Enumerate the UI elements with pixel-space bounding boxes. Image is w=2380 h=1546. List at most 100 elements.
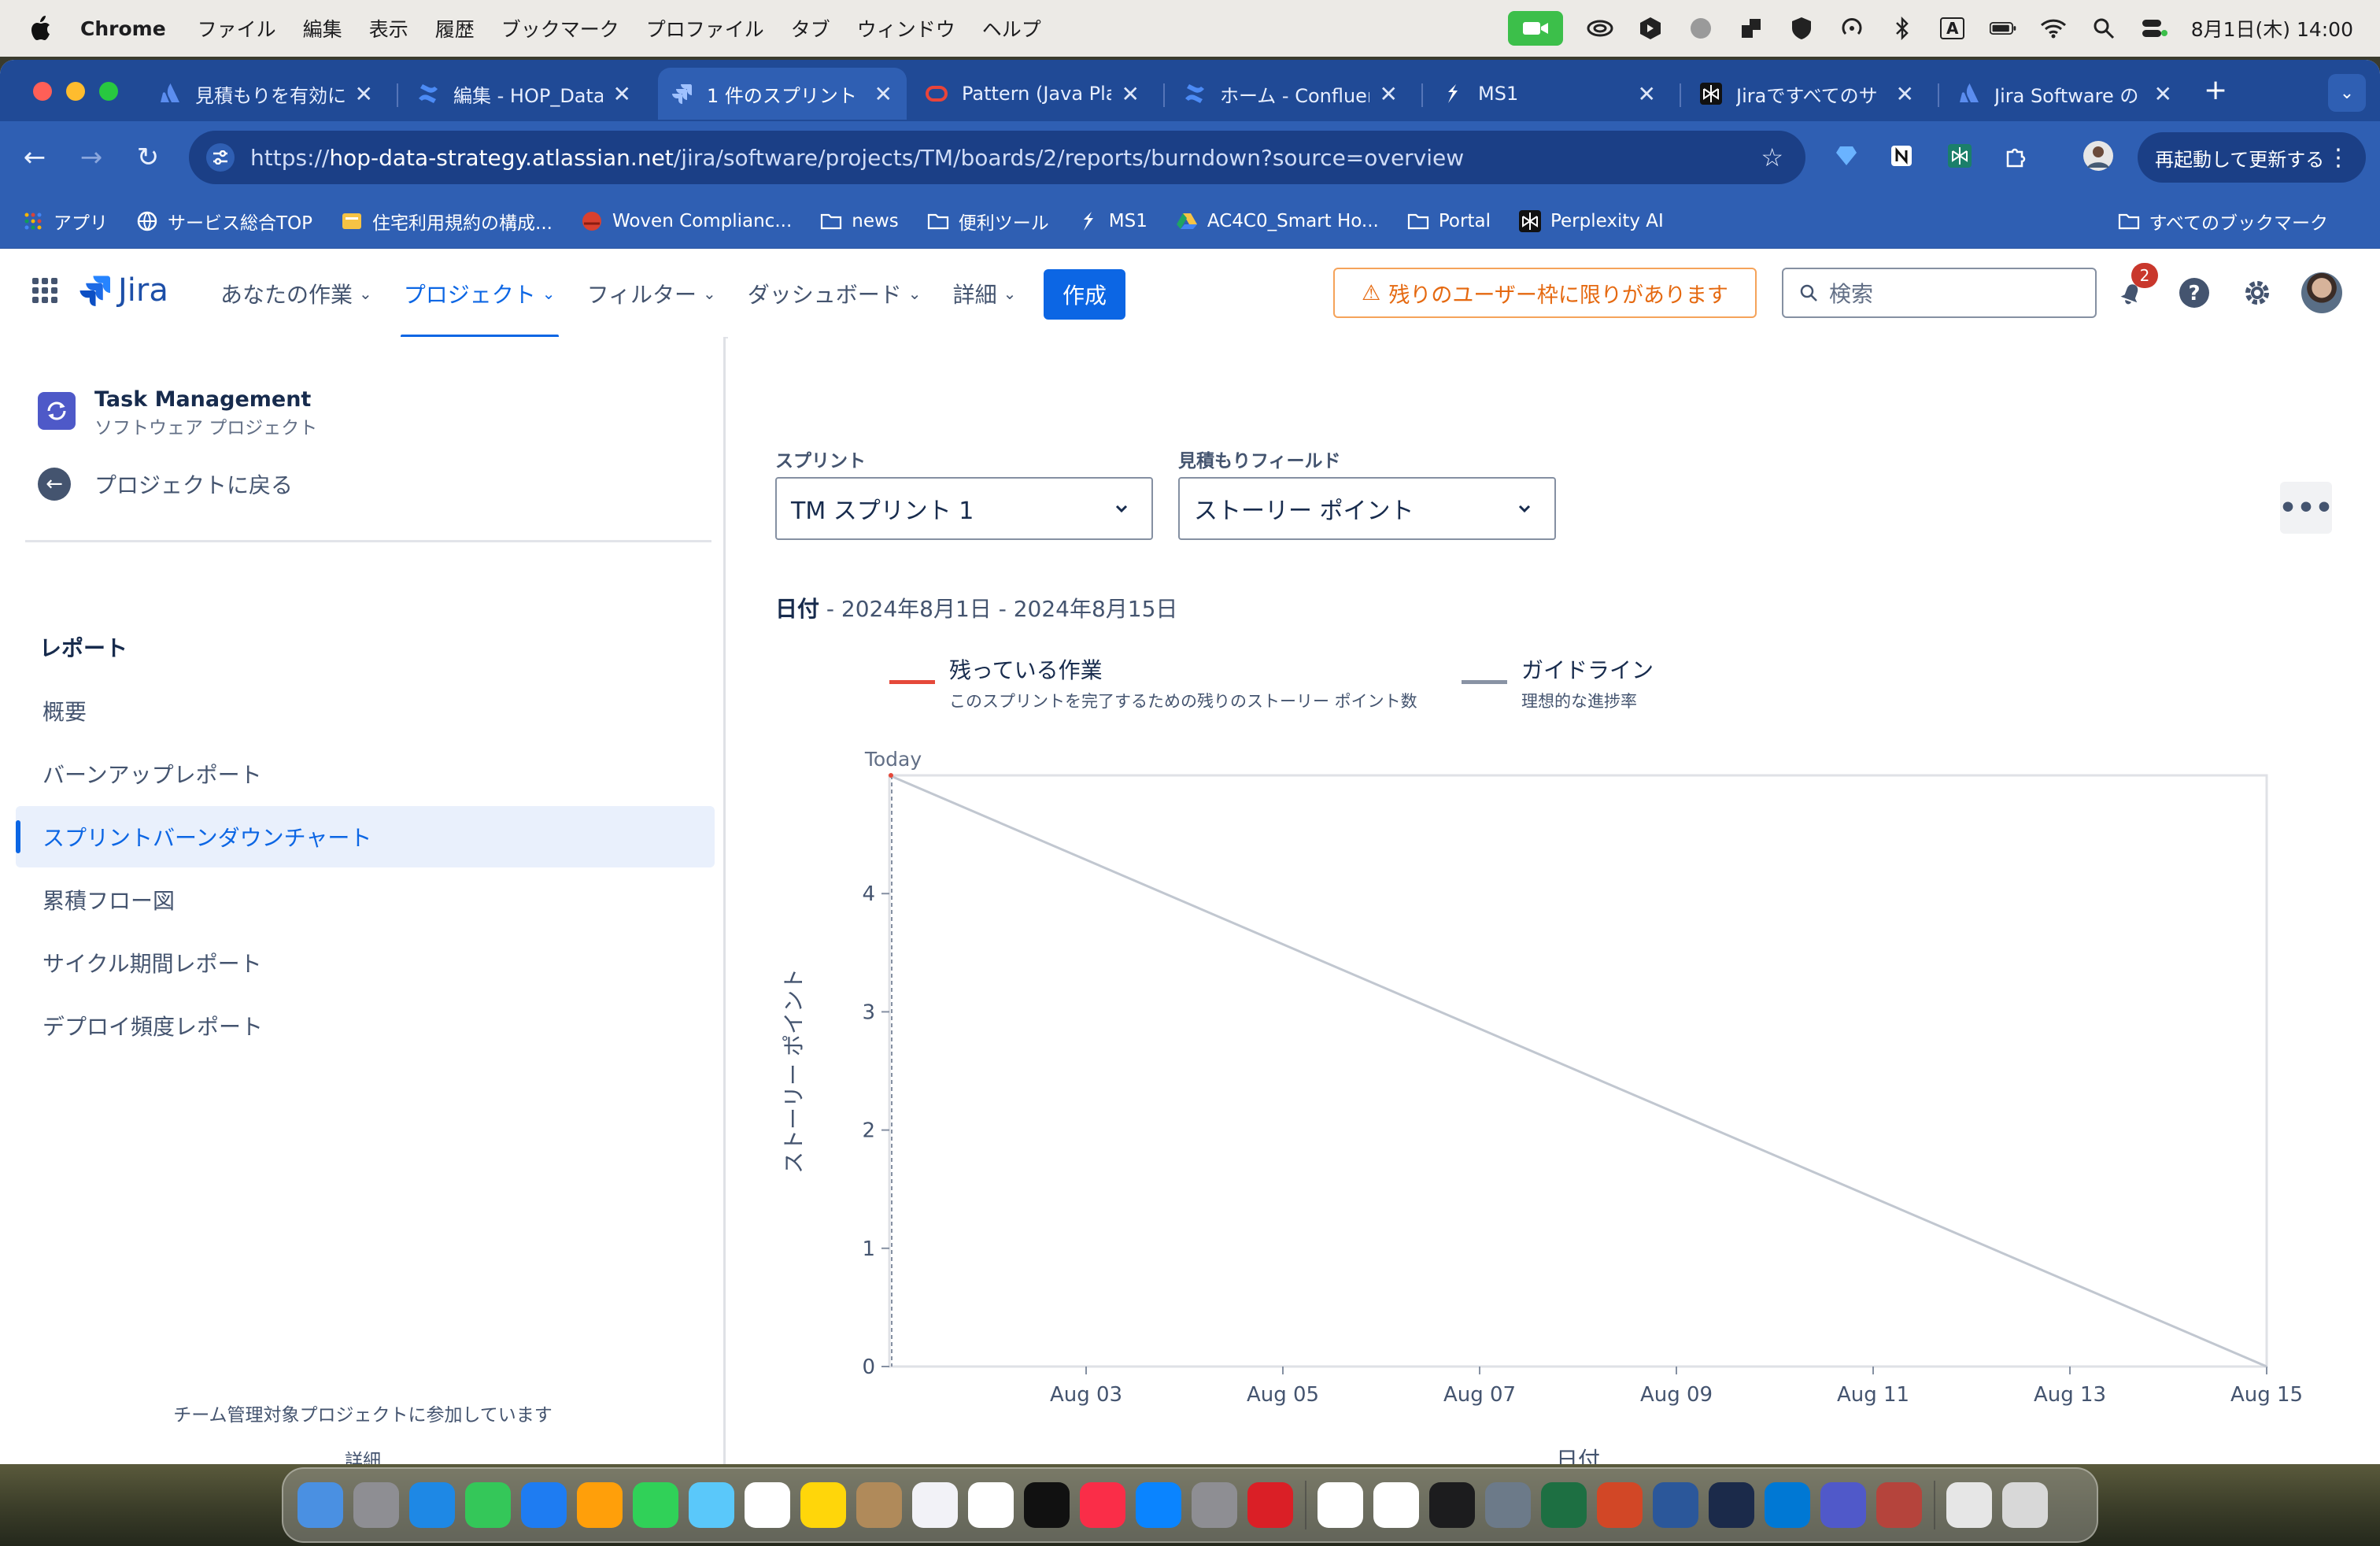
control-center-icon[interactable] <box>2141 15 2168 42</box>
menu-app-chrome[interactable]: Chrome <box>80 17 166 40</box>
dock-launchpad-icon[interactable] <box>353 1482 399 1528</box>
project-avatar-icon[interactable] <box>38 392 76 430</box>
relaunch-update-button[interactable]: 再起動して更新する ⋮ <box>2138 132 2366 183</box>
dock-excel-icon[interactable] <box>1541 1482 1587 1528</box>
chrome-menu-icon[interactable]: ⋮ <box>2326 144 2350 172</box>
new-tab-plus-icon[interactable]: + <box>2204 74 2227 106</box>
dock-kotoeri-icon[interactable] <box>1876 1482 1922 1528</box>
dock-terminal-icon[interactable] <box>1429 1482 1475 1528</box>
menu-window[interactable]: ウィンドウ <box>857 14 955 43</box>
gem-extension-icon[interactable] <box>1831 140 1862 172</box>
close-tab-icon[interactable]: ✕ <box>1122 81 1140 107</box>
close-tab-icon[interactable]: ✕ <box>1638 81 1656 107</box>
facetime-camera-icon[interactable] <box>1507 11 1563 46</box>
bookmark-housing-terms[interactable]: 住宅利用規約の構成... <box>341 208 552 235</box>
close-tab-icon[interactable]: ✕ <box>1896 81 1914 107</box>
dock-cursor-icon[interactable] <box>1709 1482 1754 1528</box>
sidebar-item-sprint-burndown[interactable]: スプリントバーンダウンチャート <box>16 806 715 867</box>
tab-sprint-report[interactable]: 1 件のスプリント ✕ <box>658 68 907 120</box>
clipboard-icon[interactable] <box>1738 15 1765 42</box>
notifications-bell-icon[interactable]: 2 <box>2114 263 2158 310</box>
dock-slack-icon[interactable] <box>1373 1482 1419 1528</box>
dock-finder-icon[interactable] <box>298 1482 343 1528</box>
sidebar-item-summary[interactable]: 概要 <box>16 680 715 742</box>
settings-gear-icon[interactable] <box>2240 276 2275 310</box>
globe-status-icon[interactable] <box>1687 15 1714 42</box>
menu-help[interactable]: ヘルプ <box>982 14 1041 43</box>
forward-arrow-icon[interactable]: → <box>72 139 110 176</box>
dock-preview-icon[interactable] <box>1946 1482 1992 1528</box>
dock-calendar-icon[interactable] <box>745 1482 790 1528</box>
bookmark-woven-compliance[interactable]: Woven Complianc... <box>581 210 792 232</box>
learn-more-link[interactable]: 詳細 <box>0 1445 726 1464</box>
app-switcher-grid-icon[interactable] <box>31 277 63 309</box>
menu-view[interactable]: 表示 <box>369 14 408 43</box>
menu-edit[interactable]: 編集 <box>303 14 342 43</box>
tab-pattern-java[interactable]: Pattern (Java Pla ✕ <box>913 68 1154 120</box>
close-tab-icon[interactable]: ✕ <box>1380 81 1398 107</box>
bookmark-folder-portal[interactable]: Portal <box>1407 210 1491 232</box>
tab-perplexity-jira[interactable]: Jiraですべてのサ ✕ <box>1687 68 1928 120</box>
tab-ms1[interactable]: MS1 ✕ <box>1429 68 1670 120</box>
back-to-project-link[interactable]: ← プロジェクトに戻る <box>38 468 293 501</box>
address-bar[interactable]: https://hop-data-strategy.atlassian.net/… <box>189 131 1805 184</box>
dock-tv-icon[interactable] <box>1024 1482 1070 1528</box>
spotlight-search-icon[interactable] <box>2090 15 2117 42</box>
menu-bookmarks[interactable]: ブックマーク <box>501 14 619 43</box>
hexagon-app-icon[interactable] <box>1637 15 1664 42</box>
dock-safari-icon[interactable] <box>409 1482 455 1528</box>
dock-music-icon[interactable] <box>1080 1482 1125 1528</box>
sidebar-item-deployment-frequency[interactable]: デプロイ頻度レポート <box>16 995 715 1056</box>
dock-powerpoint-icon[interactable] <box>1597 1482 1643 1528</box>
zoom-window-button[interactable] <box>99 82 118 101</box>
sidebar-item-cumulative-flow[interactable]: 累積フロー図 <box>16 869 715 930</box>
close-tab-icon[interactable]: ✕ <box>874 81 893 107</box>
dock-system-settings-icon[interactable] <box>1192 1482 1237 1528</box>
nav-projects[interactable]: プロジェクト ⌄ <box>400 249 559 338</box>
dock-jamf-icon[interactable] <box>1485 1482 1531 1528</box>
dock-freeform-icon[interactable] <box>968 1482 1014 1528</box>
bookmark-folder-tools[interactable]: 便利ツール <box>927 208 1049 235</box>
tab-search-chevron-icon[interactable]: ⌄ <box>2328 74 2366 112</box>
bookmark-perplexity[interactable]: Perplexity AI <box>1518 209 1664 232</box>
project-name[interactable]: Task Management <box>94 387 311 412</box>
search-input[interactable]: 検索 <box>1782 268 2097 318</box>
menu-file[interactable]: ファイル <box>198 14 276 43</box>
create-button[interactable]: 作成 <box>1044 269 1125 320</box>
bluetooth-icon[interactable] <box>1889 15 1916 42</box>
dock-chrome-icon[interactable] <box>1318 1482 1363 1528</box>
nav-dashboards[interactable]: ダッシュボード ⌄ <box>748 249 922 338</box>
dock-contacts-icon[interactable] <box>856 1482 902 1528</box>
menu-profile[interactable]: プロファイル <box>646 14 764 43</box>
dock-facetime-icon[interactable] <box>633 1482 678 1528</box>
dock-photos-icon[interactable] <box>577 1482 623 1528</box>
dock-creative-cloud-icon[interactable] <box>1247 1482 1293 1528</box>
creative-cloud-icon[interactable] <box>1587 15 1613 42</box>
user-avatar[interactable] <box>2301 272 2342 313</box>
bookmark-ms1[interactable]: MS1 <box>1077 210 1148 232</box>
dock-teams-icon[interactable] <box>1820 1482 1866 1528</box>
close-tab-icon[interactable]: ✕ <box>355 81 373 107</box>
wifi-icon[interactable] <box>2040 15 2067 42</box>
dock-reminders-icon[interactable] <box>912 1482 958 1528</box>
close-window-button[interactable] <box>33 82 52 101</box>
tab-confluence-home[interactable]: ホーム - Confluen ✕ <box>1171 68 1412 120</box>
tab-jira-software[interactable]: Jira Software の ✕ <box>1946 68 2186 120</box>
all-bookmarks[interactable]: すべてのブックマーク <box>2118 194 2328 249</box>
shield-icon[interactable] <box>1788 15 1815 42</box>
jira-logo[interactable]: Jira <box>79 272 168 309</box>
sidebar-item-cycle-time[interactable]: サイクル期間レポート <box>16 932 715 993</box>
menu-tab[interactable]: タブ <box>791 14 830 43</box>
bookmark-ac4c0[interactable]: AC4C0_Smart Ho... <box>1176 210 1379 232</box>
dock-trash-icon[interactable] <box>2002 1482 2048 1528</box>
profile-avatar-icon[interactable] <box>2082 140 2114 172</box>
minimize-window-button[interactable] <box>66 82 85 101</box>
extensions-puzzle-icon[interactable] <box>2001 140 2032 172</box>
input-mode-icon[interactable]: A <box>1939 15 1966 42</box>
menubar-clock[interactable]: 8月1日(木) 14:00 <box>2191 14 2353 43</box>
perplexity-extension-icon[interactable] <box>1944 140 1975 172</box>
battery-icon[interactable] <box>1989 15 2016 42</box>
help-icon[interactable]: ? <box>2177 276 2212 310</box>
airdrop-icon[interactable] <box>1839 15 1865 42</box>
bookmark-folder-news[interactable]: news <box>820 210 899 232</box>
